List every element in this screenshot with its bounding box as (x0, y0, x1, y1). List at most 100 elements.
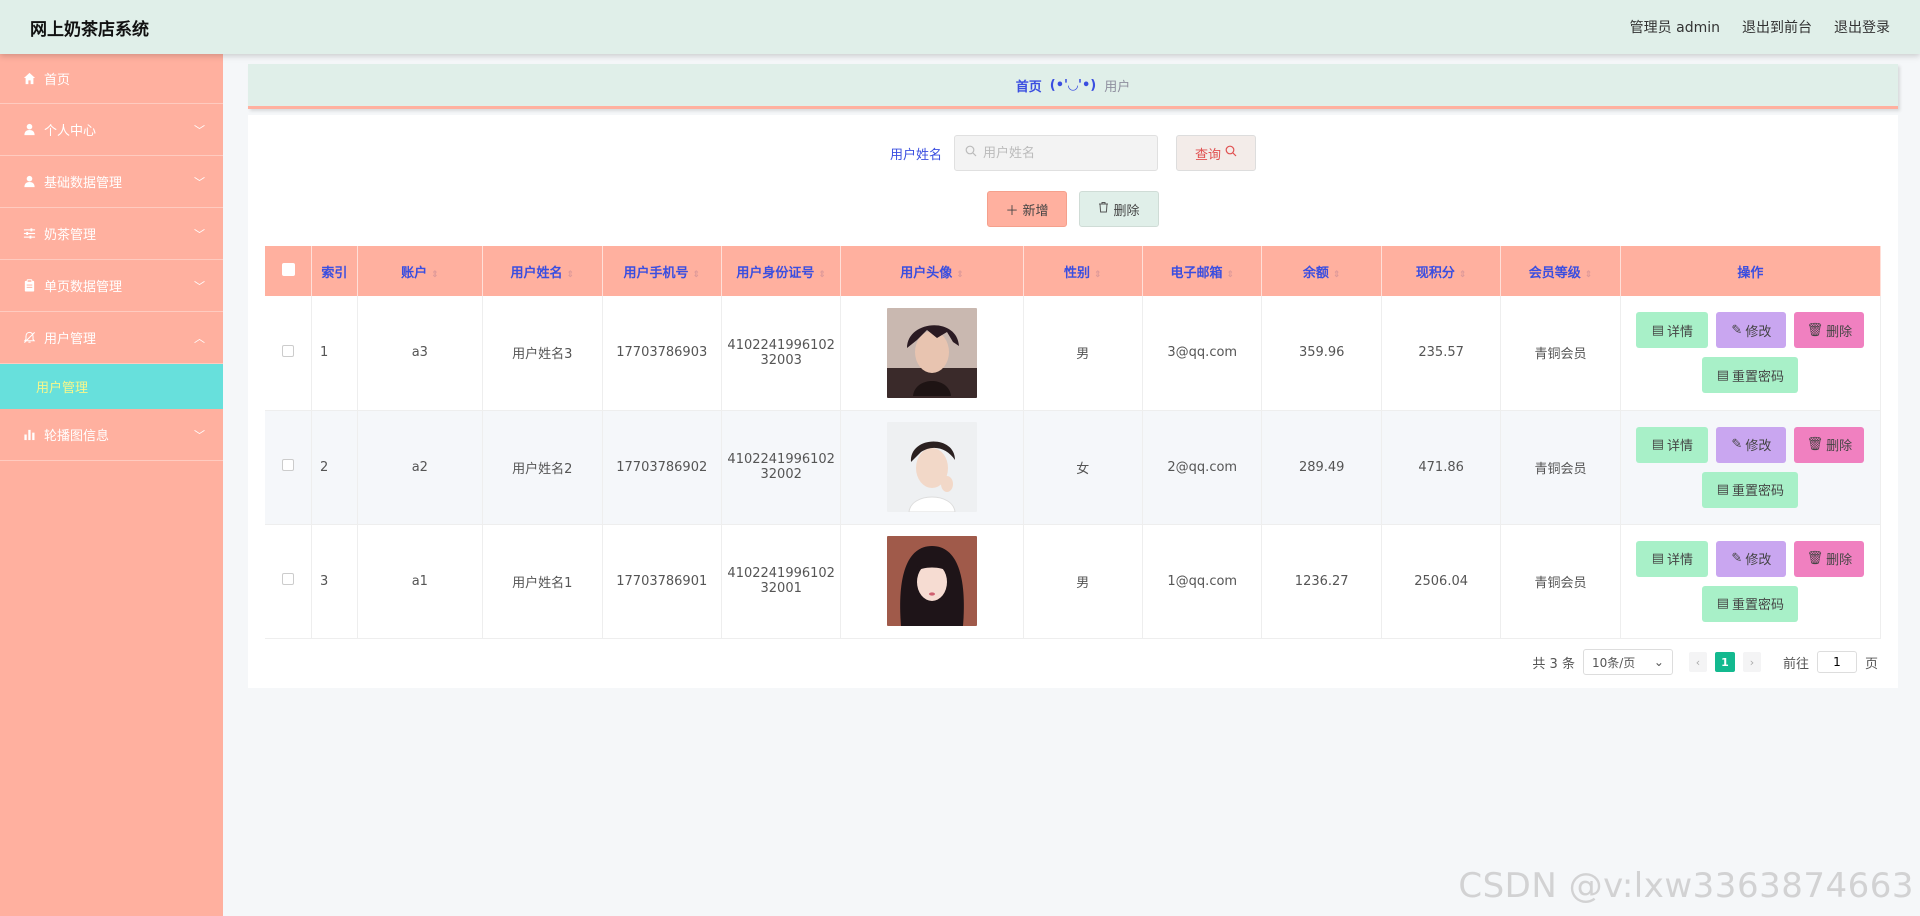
edit-button[interactable]: ✎ 修改 (1716, 312, 1787, 349)
reset-password-button[interactable]: ▤ 重置密码 (1702, 357, 1799, 394)
app-title: 网上奶茶店系统 (30, 19, 149, 40)
edit-button[interactable]: ✎ 修改 (1716, 426, 1787, 463)
column-header[interactable]: 用户头像 ⇕ (840, 246, 1024, 296)
header-actions: 管理员 admin 退出到前台 退出登录 (1630, 17, 1890, 37)
table-row: 2 a2 用户姓名2 17703786902 4102241996102 3200… (265, 410, 1882, 525)
plus-icon: ＋ (1005, 203, 1019, 219)
sidebar-item-label: 首页 (44, 73, 71, 88)
avatar[interactable] (887, 307, 977, 398)
cell-gender: 女 (1023, 410, 1144, 525)
query-button[interactable]: 查询 (1176, 135, 1256, 171)
column-header[interactable]: 用户姓名 ⇕ (482, 246, 603, 296)
cell-account: a2 (357, 410, 484, 525)
cell-account: a3 (357, 296, 484, 411)
sort-icon[interactable]: ⇕ (431, 270, 439, 280)
cell-phone: 17703786903 (602, 296, 722, 411)
avatar[interactable] (887, 536, 977, 626)
column-header[interactable]: 性别 ⇕ (1023, 246, 1144, 296)
sort-icon[interactable]: ⇕ (1459, 270, 1467, 280)
pencil-icon: ✎ (1731, 437, 1743, 452)
column-header[interactable]: 用户手机号 ⇕ (602, 246, 722, 296)
sort-icon[interactable]: ⇕ (692, 270, 700, 280)
sort-icon[interactable]: ⇕ (956, 270, 964, 280)
row-checkbox[interactable] (265, 410, 313, 525)
sort-icon[interactable]: ⇕ (1333, 270, 1341, 280)
chevron-down-icon: ﹀ (194, 429, 205, 442)
sidebar-item-home[interactable]: 首页 (0, 54, 223, 104)
clipboard-icon (22, 279, 36, 293)
breadcrumb-separator: (•'◡'•) (1049, 77, 1097, 93)
breadcrumb-current: 用户 (1104, 79, 1131, 95)
sort-icon[interactable]: ⇕ (818, 270, 826, 280)
sidebar-item-user-management[interactable]: 用户管理 ︿ (0, 312, 223, 364)
row-checkbox[interactable] (265, 296, 313, 411)
page-size-select[interactable]: 10条/页 ⌄ (1582, 649, 1673, 675)
sidebar-item-label: 奶茶管理 (44, 228, 97, 243)
table-header-row: 索引 账户 ⇕ 用户姓名 ⇕ 用户手机号 ⇕ 用户身份证号 ⇕ 用户头像 ⇕ 性别 ⇕ 电子… (265, 246, 1882, 296)
column-header[interactable]: 用户身份证号 ⇕ (721, 246, 842, 296)
home-icon (22, 72, 36, 86)
sidebar-item-carousel[interactable]: 轮播图信息 ﹀ (0, 409, 223, 461)
edit-button[interactable]: ✎ 修改 (1716, 540, 1787, 577)
search-input[interactable] (983, 145, 1143, 161)
detail-button[interactable]: ▤ 详情 (1636, 312, 1709, 349)
reset-password-button[interactable]: ▤ 重置密码 (1702, 471, 1799, 508)
sidebar-item-single-page[interactable]: 单页数据管理 ﹀ (0, 260, 223, 312)
column-header: 操作 (1620, 246, 1882, 296)
next-page-button[interactable]: › (1742, 652, 1761, 672)
column-header[interactable]: 账户 ⇕ (357, 246, 484, 296)
prev-page-button[interactable]: ‹ (1688, 652, 1707, 672)
sidebar-item-label: 单页数据管理 (44, 280, 123, 295)
cell-level: 青铜会员 (1500, 296, 1621, 411)
sidebar-item-personal-center[interactable]: 个人中心 ﹀ (0, 104, 223, 156)
document-icon: ▤ (1716, 367, 1730, 383)
sort-icon[interactable]: ⇕ (1226, 270, 1234, 280)
search-bar: 用户姓名 查询 (248, 135, 1898, 171)
sort-icon[interactable]: ⇕ (567, 270, 575, 280)
column-header[interactable]: 余额 ⇕ (1261, 246, 1382, 296)
cell-balance: 1236.27 (1261, 524, 1382, 639)
cell-name: 用户姓名3 (482, 296, 603, 411)
cell-id-number: 4102241996102 32003 (721, 296, 842, 411)
column-header[interactable]: 电子邮箱 ⇕ (1142, 246, 1263, 296)
column-header[interactable]: 会员等级 ⇕ (1500, 246, 1621, 296)
cell-operations: ▤ 详情 ✎ 修改 🗑 删除 ▤ 重置密码 (1620, 524, 1882, 639)
sort-icon[interactable]: ⇕ (1094, 270, 1102, 280)
cell-gender: 男 (1023, 524, 1144, 639)
sidebar: 首页 个人中心 ﹀ 基础数据管理 ﹀ 奶茶管理 ﹀ 单页数据管理 ﹀ 用户管理 … (0, 54, 223, 916)
sidebar-item-milktea[interactable]: 奶茶管理 ﹀ (0, 208, 223, 260)
trash-icon: 🗑 (1806, 551, 1824, 566)
page-number-current[interactable]: 1 (1714, 652, 1735, 672)
detail-button[interactable]: ▤ 详情 (1636, 540, 1709, 577)
cell-gender: 男 (1023, 296, 1144, 411)
table-row: 3 a1 用户姓名1 17703786901 4102241996102 3200… (265, 524, 1882, 639)
row-checkbox[interactable] (265, 524, 313, 639)
document-icon: ▤ (1651, 322, 1665, 338)
select-all-checkbox[interactable] (265, 246, 313, 296)
breadcrumb-home[interactable]: 首页 (1016, 76, 1042, 95)
logout-link[interactable]: 退出登录 (1834, 17, 1890, 37)
sidebar-item-label: 用户管理 (44, 332, 97, 347)
chevron-down-icon: ﹀ (194, 280, 205, 293)
avatar[interactable] (887, 422, 977, 512)
delete-button[interactable]: 🗑 删除 (1794, 540, 1865, 577)
sidebar-subitem-user-management[interactable]: 用户管理 (0, 364, 223, 409)
column-header[interactable]: 现积分 ⇕ (1381, 246, 1502, 296)
cell-points: 2506.04 (1381, 524, 1502, 639)
sidebar-item-basic-data[interactable]: 基础数据管理 ﹀ (0, 156, 223, 208)
breadcrumb: 首页 (•'◡'•) 用户 (248, 64, 1898, 109)
column-header: 索引 (311, 246, 358, 296)
trash-icon: 🗑 (1806, 322, 1824, 338)
exit-to-front-link[interactable]: 退出到前台 (1742, 17, 1812, 37)
batch-delete-button[interactable]: 删除 (1079, 191, 1159, 227)
sidebar-item-label: 轮播图信息 (44, 429, 110, 444)
sort-icon[interactable]: ⇕ (1585, 270, 1593, 280)
document-icon: ▤ (1716, 596, 1730, 611)
reset-password-button[interactable]: ▤ 重置密码 (1702, 585, 1799, 622)
cell-index: 3 (311, 524, 358, 639)
detail-button[interactable]: ▤ 详情 (1636, 426, 1709, 463)
delete-button[interactable]: 🗑 删除 (1794, 312, 1865, 349)
goto-page-input[interactable] (1816, 651, 1857, 673)
add-button[interactable]: ＋ 新增 (987, 191, 1067, 227)
delete-button[interactable]: 🗑 删除 (1794, 426, 1865, 463)
